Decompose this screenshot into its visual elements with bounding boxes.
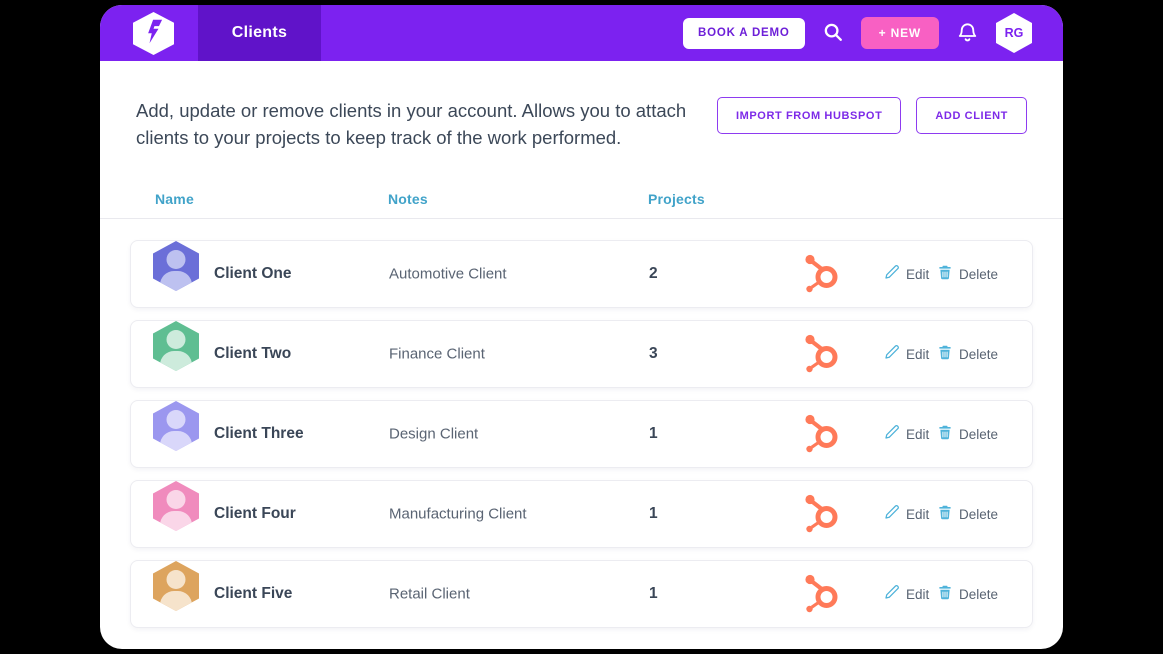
delete-button-label: Delete [959, 586, 999, 602]
client-projects-count: 1 [649, 585, 658, 602]
client-notes: Automotive Client [389, 265, 507, 283]
pencil-icon [883, 344, 900, 364]
delete-button[interactable]: Delete [937, 424, 998, 444]
delete-button-label: Delete [959, 506, 999, 522]
edit-button-label: Edit [906, 426, 930, 442]
client-name: Client Two [214, 345, 292, 362]
client-name: Client Three [214, 425, 304, 442]
bell-icon [956, 20, 979, 47]
trash-icon [937, 344, 953, 364]
tab-clients-label: Clients [231, 24, 288, 41]
book-a-demo-button[interactable]: BOOK A DEMO [683, 17, 805, 49]
delete-button-label: Delete [959, 426, 999, 442]
notifications-button[interactable] [956, 20, 979, 47]
client-row: Client Two Finance Client 3 Edit Delete [130, 320, 1033, 388]
client-projects-count: 3 [649, 345, 658, 362]
edit-button-label: Edit [906, 506, 930, 522]
hubspot-icon[interactable] [799, 331, 845, 377]
table-column-headers: Name Notes Projects [100, 191, 1063, 211]
page-background: Clients BOOK A DEMO + NEW RG Add, update… [0, 0, 1163, 654]
edit-button[interactable]: Edit [883, 504, 929, 524]
client-notes: Design Client [389, 425, 479, 443]
search-icon [822, 21, 844, 46]
client-notes: Manufacturing Client [389, 505, 527, 523]
edit-button-label: Edit [906, 266, 930, 282]
column-header-projects: Projects [648, 191, 705, 207]
app-header: Clients BOOK A DEMO + NEW RG [100, 5, 1063, 61]
edit-button[interactable]: Edit [883, 344, 929, 364]
client-projects-count: 2 [649, 265, 658, 282]
delete-button[interactable]: Delete [937, 504, 998, 524]
client-row: Client Five Retail Client 1 Edit Delete [130, 560, 1033, 628]
client-projects-count: 1 [649, 505, 658, 522]
delete-button-label: Delete [959, 266, 999, 282]
client-row: Client Three Design Client 1 Edit Delete [130, 400, 1033, 468]
delete-button-label: Delete [959, 346, 999, 362]
hubspot-icon[interactable] [799, 411, 845, 457]
hubspot-icon[interactable] [799, 491, 845, 537]
edit-button[interactable]: Edit [883, 424, 929, 444]
column-header-notes: Notes [388, 191, 428, 207]
client-avatar [153, 561, 199, 611]
header-divider [100, 218, 1063, 219]
client-name: Client Four [214, 505, 296, 522]
app-logo[interactable] [133, 12, 174, 55]
client-row: Client One Automotive Client 2 Edit Dele… [130, 240, 1033, 308]
pencil-icon [883, 264, 900, 284]
client-projects-count: 1 [649, 425, 658, 442]
tab-clients[interactable]: Clients [198, 5, 321, 61]
trash-icon [937, 424, 953, 444]
column-header-name: Name [155, 191, 194, 207]
client-list: Client One Automotive Client 2 Edit Dele… [130, 240, 1033, 628]
user-avatar-initials: RG [1004, 26, 1024, 40]
intro-buttons: IMPORT FROM HUBSPOT ADD CLIENT [716, 97, 1027, 134]
pencil-icon [883, 424, 900, 444]
trash-icon [937, 264, 953, 284]
hubspot-icon[interactable] [799, 571, 845, 617]
new-button[interactable]: + NEW [860, 17, 939, 49]
delete-button[interactable]: Delete [937, 344, 998, 364]
pencil-icon [883, 584, 900, 604]
import-from-hubspot-button[interactable]: IMPORT FROM HUBSPOT [716, 97, 902, 134]
client-avatar [153, 241, 199, 291]
edit-button[interactable]: Edit [883, 264, 929, 284]
header-actions: BOOK A DEMO + NEW RG [683, 5, 1032, 61]
trash-icon [937, 584, 953, 604]
client-avatar [153, 321, 199, 371]
client-name: Client One [214, 265, 292, 282]
logo-icon [143, 18, 165, 50]
client-name: Client Five [214, 585, 293, 602]
client-avatar [153, 481, 199, 531]
client-notes: Finance Client [389, 345, 485, 363]
page-description: Add, update or remove clients in your ac… [136, 100, 687, 148]
edit-button-label: Edit [906, 586, 930, 602]
delete-button[interactable]: Delete [937, 264, 998, 284]
app-window: Clients BOOK A DEMO + NEW RG Add, update… [100, 5, 1063, 649]
hubspot-icon[interactable] [799, 251, 845, 297]
edit-button[interactable]: Edit [883, 584, 929, 604]
client-avatar [153, 401, 199, 451]
search-button[interactable] [822, 21, 844, 46]
client-row: Client Four Manufacturing Client 1 Edit [130, 480, 1033, 548]
trash-icon [937, 504, 953, 524]
edit-button-label: Edit [906, 346, 930, 362]
delete-button[interactable]: Delete [937, 584, 998, 604]
user-avatar[interactable]: RG [996, 13, 1032, 53]
add-client-button[interactable]: ADD CLIENT [916, 97, 1027, 134]
client-notes: Retail Client [389, 585, 470, 603]
pencil-icon [883, 504, 900, 524]
